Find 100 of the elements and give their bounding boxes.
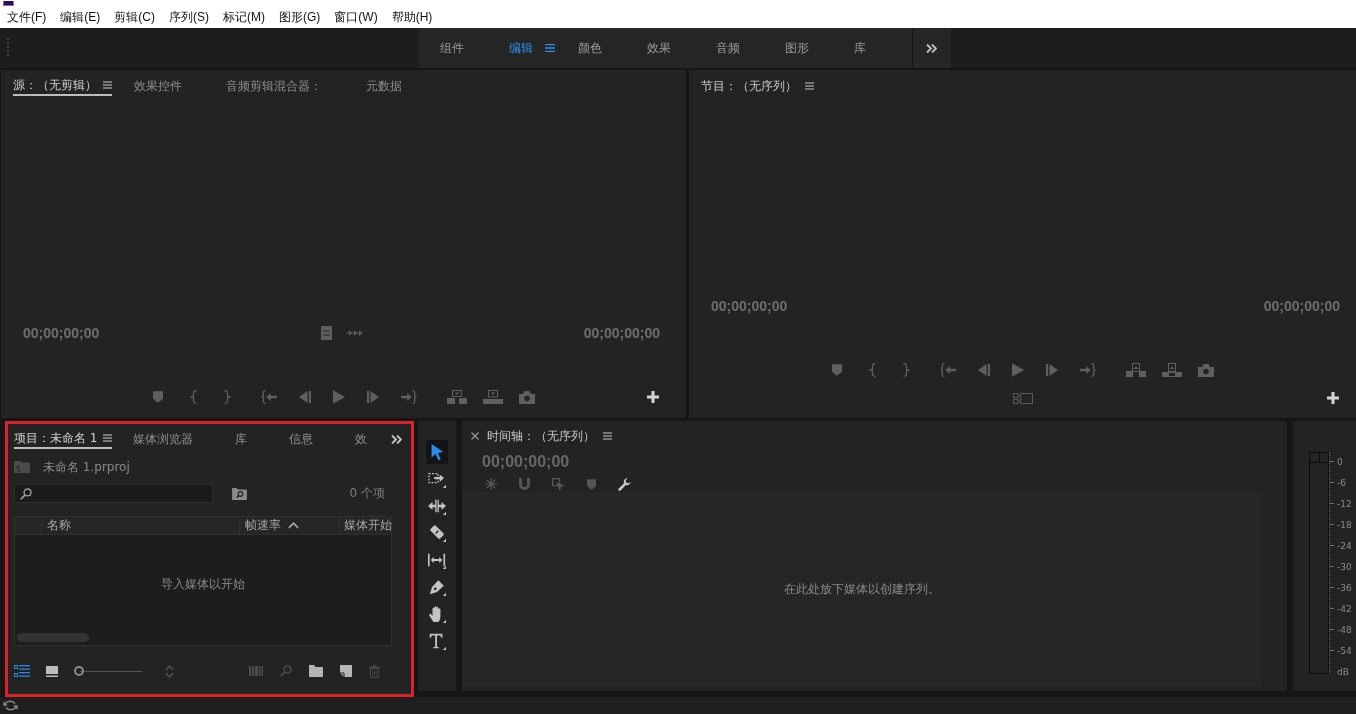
menu-icon[interactable]	[603, 432, 612, 440]
workspace-tab[interactable]: 组件	[417, 28, 487, 68]
menu-item[interactable]: 窗口(W)	[327, 6, 385, 28]
workspace-tab[interactable]: 库	[831, 28, 901, 68]
linked-selection-icon[interactable]	[552, 477, 565, 491]
search-icon[interactable]	[280, 665, 292, 677]
item-count: 0 个项	[349, 485, 385, 502]
trash-icon[interactable]	[369, 664, 380, 678]
marker-icon[interactable]	[152, 391, 163, 403]
play-icon[interactable]	[1011, 363, 1024, 377]
menu-item[interactable]: 序列(S)	[162, 6, 216, 28]
meter-scale-label: -24	[1337, 540, 1352, 551]
lift-clip-icon[interactable]	[1125, 363, 1146, 377]
menu-item[interactable]: 文件(F)	[0, 6, 54, 28]
step-back-icon[interactable]	[298, 391, 311, 403]
sort-caret-icon[interactable]	[288, 522, 299, 529]
chevrons-icon[interactable]	[391, 434, 402, 444]
go-to-out-icon[interactable]	[400, 390, 417, 404]
asterisk-icon[interactable]	[485, 478, 497, 490]
column-header[interactable]: 名称	[47, 517, 71, 534]
timecode: 00;00;00;00	[711, 298, 788, 314]
timecode: 00;00;00;00	[23, 325, 100, 341]
column-header[interactable]: 媒体开始	[344, 517, 392, 534]
column-header[interactable]: 帧速率	[245, 517, 281, 534]
workspace-tab[interactable]: 编辑	[486, 28, 556, 68]
step-forward-icon[interactable]	[1045, 364, 1058, 376]
split-arrows-icon	[428, 497, 446, 515]
marker-icon[interactable]	[587, 478, 596, 490]
menu-icon[interactable]	[103, 81, 112, 89]
panel-tab[interactable]: 音频剪辑混合器：	[204, 76, 344, 96]
plus-icon[interactable]	[647, 391, 659, 403]
go-to-in-icon[interactable]	[260, 390, 277, 404]
panel-title[interactable]: 时间轴：（无序列）	[487, 427, 595, 445]
go-to-in-icon[interactable]	[939, 363, 956, 377]
menu-item[interactable]: 剪辑(C)	[107, 6, 162, 28]
workspace-tab[interactable]: 音频	[693, 28, 763, 68]
slider-thumb[interactable]	[74, 666, 84, 676]
panel-tab[interactable]: 元数据	[344, 76, 424, 96]
meter-scale-label: -12	[1337, 498, 1352, 509]
marker-icon[interactable]	[831, 364, 842, 376]
meter-scale-label: -54	[1337, 645, 1352, 656]
panel-tab[interactable]: 媒体浏览器	[112, 429, 215, 449]
folder-icon[interactable]	[309, 665, 323, 677]
play-icon[interactable]	[332, 390, 345, 404]
arrows-icon[interactable]	[346, 329, 362, 337]
magnet-icon[interactable]	[519, 478, 530, 490]
sync-icon[interactable]	[3, 699, 18, 712]
chevrons-icon	[926, 43, 937, 53]
frame-icon[interactable]	[321, 326, 332, 340]
go-to-out-icon[interactable]	[1079, 363, 1096, 377]
more-button[interactable]	[912, 28, 951, 68]
menu-item[interactable]: 帮助(H)	[384, 6, 440, 28]
extract-clip-icon[interactable]	[1161, 363, 1182, 377]
menu-icon[interactable]	[103, 434, 113, 442]
search-field[interactable]	[14, 484, 213, 503]
menu-icon[interactable]	[544, 44, 555, 52]
left-brace-icon[interactable]	[189, 390, 197, 404]
overwrite-clip-icon[interactable]	[482, 390, 503, 404]
panel-tab[interactable]: 信息	[268, 429, 335, 449]
sort-icon[interactable]	[165, 664, 174, 678]
list-view-icon[interactable]	[14, 665, 30, 677]
menu-icon[interactable]	[805, 82, 814, 90]
camera-icon[interactable]	[518, 390, 535, 404]
bars-icon[interactable]	[249, 665, 263, 677]
folder-search-icon[interactable]	[232, 487, 247, 500]
panel-tab[interactable]: 效	[334, 429, 389, 449]
panel-tab[interactable]: 项目：未命名 1	[14, 429, 113, 449]
close-icon[interactable]	[471, 432, 479, 440]
meter-scale-label: -6	[1337, 477, 1346, 488]
right-brace-icon[interactable]	[902, 363, 910, 377]
panel-title[interactable]: 节目：（无序列）	[701, 77, 797, 95]
menu-item[interactable]: 标记(M)	[216, 6, 272, 28]
meter-scale-label: -42	[1337, 603, 1352, 614]
workspace-tab[interactable]: 效果	[624, 28, 694, 68]
empty-message: 导入媒体以开始	[161, 575, 245, 593]
step-back-icon[interactable]	[977, 364, 990, 376]
right-brace-icon[interactable]	[223, 390, 231, 404]
workspace-tab[interactable]: 图形	[762, 28, 832, 68]
meter-scale-label: 0	[1337, 456, 1343, 467]
camera-icon[interactable]	[1197, 363, 1214, 377]
panel-tab[interactable]: 库	[214, 429, 269, 449]
menu-item[interactable]: 图形(G)	[272, 6, 328, 28]
panel-tab[interactable]: 源：（无剪辑）	[13, 76, 112, 96]
menu-item[interactable]: 编辑(E)	[53, 6, 108, 28]
step-forward-icon[interactable]	[366, 391, 379, 403]
tool-button[interactable]	[426, 440, 448, 464]
compare-view-icon[interactable]	[1012, 392, 1033, 404]
left-brace-icon[interactable]	[868, 363, 876, 377]
project-file-name: 未命名 1.prproj	[43, 458, 130, 476]
meter-scale-label: -18	[1337, 519, 1352, 530]
plus-icon[interactable]	[1327, 392, 1339, 404]
panel-tab[interactable]: 效果控件	[112, 76, 204, 96]
page-icon[interactable]	[340, 665, 352, 677]
workspace-tab[interactable]: 颜色	[555, 28, 625, 68]
insert-clip-icon[interactable]	[446, 390, 467, 404]
timecode: 00;00;00;00	[1263, 298, 1340, 314]
icon-view-icon[interactable]	[46, 665, 58, 677]
meter-unit-label: dB	[1337, 666, 1349, 677]
slip-arrows-icon	[428, 551, 446, 569]
wrench-icon[interactable]	[618, 477, 631, 491]
